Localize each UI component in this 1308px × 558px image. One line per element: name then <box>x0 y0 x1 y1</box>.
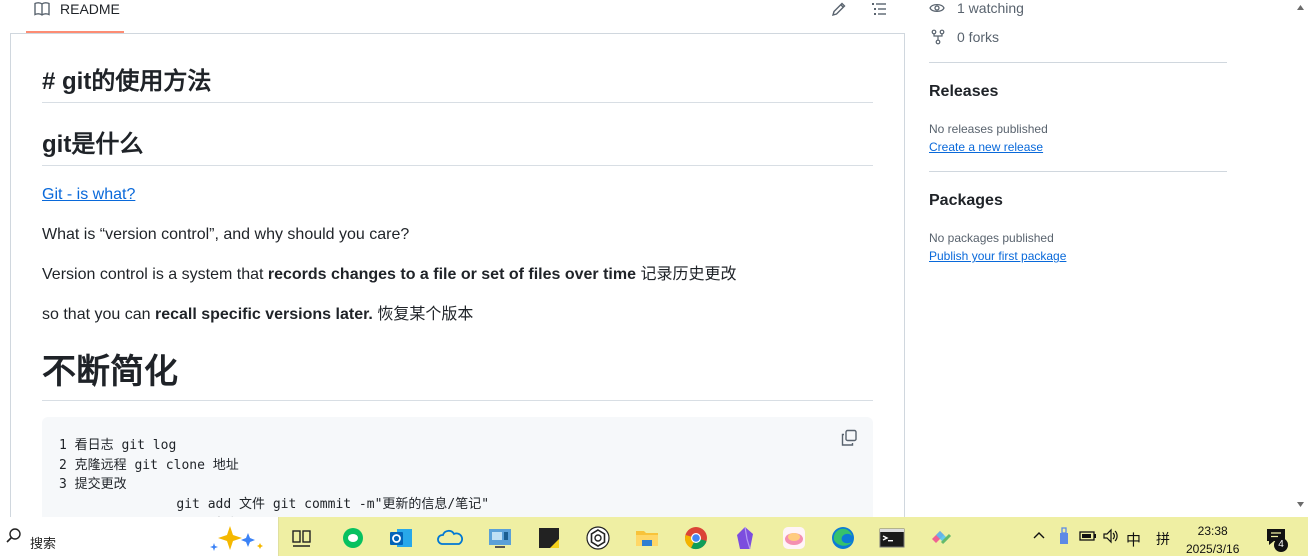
app-blob-icon[interactable] <box>781 525 807 551</box>
paragraph-2: Version control is a system that records… <box>42 265 873 285</box>
git-what-link[interactable]: Git - is what? <box>42 186 135 203</box>
divider <box>929 62 1227 63</box>
snipaste-icon[interactable] <box>928 525 954 551</box>
code-line: 2 克隆远程 git clone 地址 <box>59 458 239 473</box>
releases-empty-text: No releases published <box>929 122 1048 136</box>
forks-count: 0 forks <box>957 29 1000 45</box>
chevron-up-icon[interactable] <box>1031 528 1047 545</box>
code-line: 3 提交更改 <box>59 477 127 492</box>
readme-header: README <box>10 0 905 34</box>
p3-text: so that you can <box>42 306 155 323</box>
p2-bold: records changes to a file or set of file… <box>267 266 636 283</box>
readme-heading-2: git是什么 <box>42 128 873 166</box>
watching-count: 1 watching <box>957 0 1024 16</box>
tab-readme-label: README <box>60 1 120 17</box>
windows-taskbar: 搜索 中 拼 23:38 2025/3/16 4 <box>0 517 1308 556</box>
copilot-sparkle-icon <box>208 523 268 558</box>
ime-mode[interactable]: 拼 <box>1156 529 1170 549</box>
create-release-link[interactable]: Create a new release <box>929 140 1043 154</box>
pencil-icon[interactable] <box>831 1 849 17</box>
code-block: 1 看日志 git log 2 克隆远程 git clone 地址 3 提交更改… <box>42 417 873 532</box>
list-icon[interactable] <box>871 1 889 17</box>
notification-badge: 4 <box>1274 538 1288 552</box>
packages-title[interactable]: Packages <box>929 192 1003 210</box>
readme-heading-big: 不断简化 <box>42 348 873 401</box>
tab-readme[interactable]: README <box>26 0 124 33</box>
clock-date: 2025/3/16 <box>1186 542 1240 556</box>
edge-icon[interactable] <box>830 525 856 551</box>
clock-time: 23:38 <box>1197 524 1228 538</box>
search-icon <box>5 527 23 550</box>
fork-icon <box>930 29 946 48</box>
outlook-icon[interactable] <box>388 525 414 551</box>
search-placeholder: 搜索 <box>30 536 57 551</box>
onedrive-icon[interactable] <box>437 525 463 551</box>
taskbar-search[interactable]: 搜索 <box>0 517 279 556</box>
obsidian-icon[interactable] <box>732 525 758 551</box>
sticky-notes-icon[interactable] <box>536 525 562 551</box>
packages-empty-text: No packages published <box>929 231 1054 245</box>
p2-suffix: 记录历史更改 <box>636 266 737 283</box>
p2-text: Version control is a system that <box>42 266 268 283</box>
releases-title[interactable]: Releases <box>929 83 998 101</box>
code-line: 1 看日志 git log <box>59 438 177 453</box>
volume-icon[interactable] <box>1102 528 1120 547</box>
page-scrollbar[interactable] <box>1293 0 1308 515</box>
usb-icon[interactable] <box>1057 527 1071 548</box>
p3-suffix: 恢复某个版本 <box>372 306 474 323</box>
wechat-icon[interactable] <box>340 525 366 551</box>
task-view-icon[interactable] <box>289 525 315 551</box>
chatgpt-icon[interactable] <box>585 525 611 551</box>
chrome-icon[interactable] <box>683 525 709 551</box>
paragraph-1: What is “version control”, and why shoul… <box>42 226 410 243</box>
publish-package-link[interactable]: Publish your first package <box>929 249 1066 263</box>
copy-icon[interactable] <box>840 429 858 447</box>
divider <box>929 171 1227 172</box>
code-line: git add 文件 git commit -m"更新的信息/笔记" <box>59 497 490 512</box>
link-paragraph: Git - is what? <box>42 185 873 205</box>
eye-icon <box>929 1 945 18</box>
p3-bold: recall specific versions later. <box>154 306 373 323</box>
paragraph-3: so that you can recall specific versions… <box>42 305 873 325</box>
readme-heading-1: # git的使用方法 <box>42 66 873 103</box>
ime-language[interactable]: 中 <box>1126 529 1141 550</box>
file-explorer-icon[interactable] <box>634 525 660 551</box>
book-icon <box>34 1 50 22</box>
remote-desktop-icon[interactable] <box>487 525 513 551</box>
taskbar-clock[interactable]: 23:38 2025/3/16 <box>1186 522 1239 558</box>
terminal-icon[interactable] <box>879 525 905 551</box>
battery-icon[interactable] <box>1078 528 1098 547</box>
